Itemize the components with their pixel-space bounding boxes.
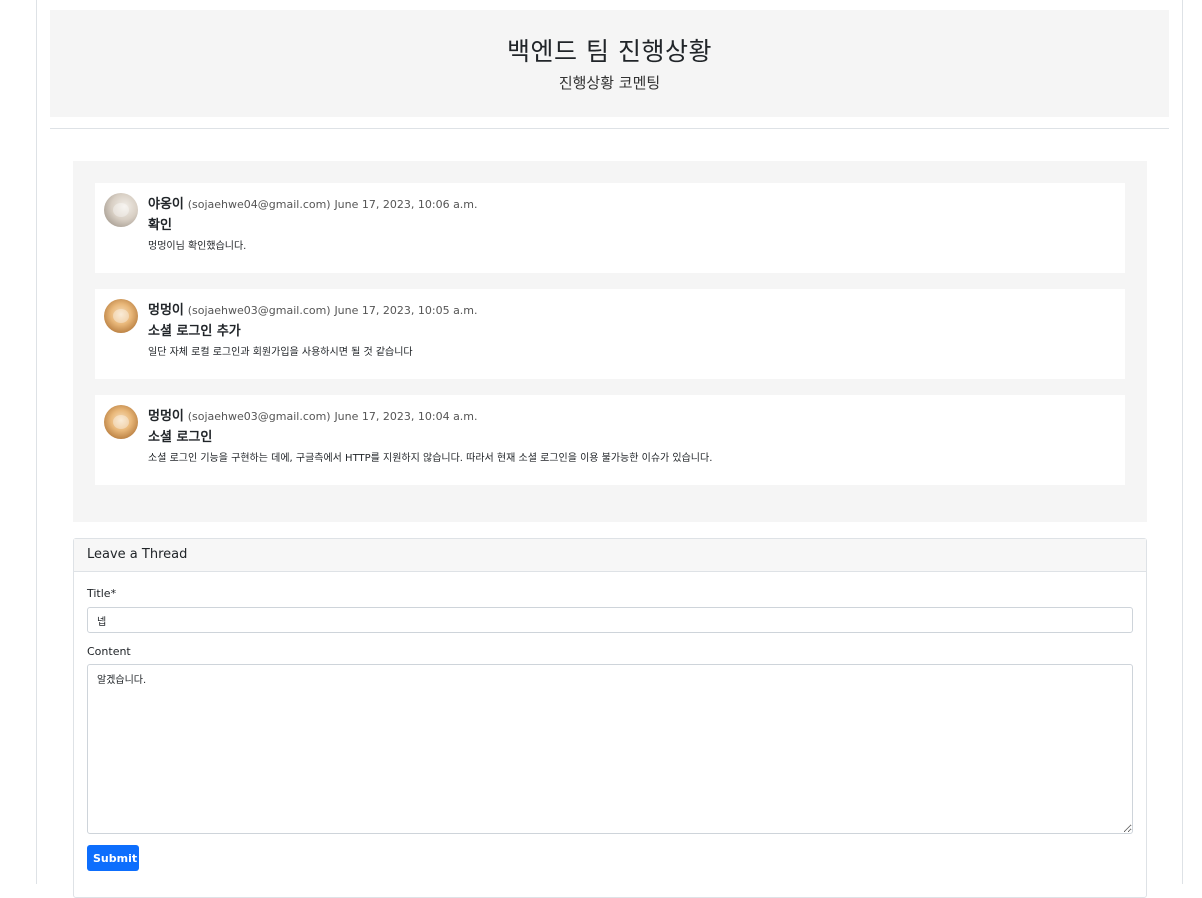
- thread-date: June 17, 2023, 10:04 a.m.: [334, 410, 478, 423]
- title-label: Title*: [87, 587, 117, 600]
- content-textarea[interactable]: 알겠습니다.: [87, 664, 1133, 834]
- page-subtitle: 진행상황 코멘팅: [558, 74, 661, 92]
- leave-thread-form: Leave a Thread Title* Content 알겠습니다. Sub…: [73, 538, 1147, 898]
- page-container: 백엔드 팀 진행상황 진행상황 코멘팅 야옹이 (sojaehwe04@gmai…: [36, 0, 1183, 898]
- form-heading: Leave a Thread: [74, 539, 1146, 572]
- thread-list: 야옹이 (sojaehwe04@gmail.com) June 17, 2023…: [73, 161, 1147, 522]
- header-divider: [50, 128, 1169, 129]
- project-header: 백엔드 팀 진행상황 진행상황 코멘팅: [50, 10, 1169, 117]
- thread-meta: 멍멍이 (sojaehwe03@gmail.com) June 17, 2023…: [148, 299, 478, 318]
- thread-email: (sojaehwe04@gmail.com): [187, 198, 331, 211]
- thread-date: June 17, 2023, 10:05 a.m.: [334, 304, 478, 317]
- thread-item: 야옹이 (sojaehwe04@gmail.com) June 17, 2023…: [95, 183, 1125, 273]
- thread-author: 멍멍이: [148, 409, 184, 424]
- submit-button[interactable]: Submit: [87, 845, 139, 871]
- thread-title: 소셜 로그인 추가: [148, 324, 241, 339]
- title-input[interactable]: [87, 607, 1133, 633]
- thread-title: 확인: [148, 218, 172, 233]
- thread-content: 소셜 로그인 기능을 구현하는 데에, 구글측에서 HTTP를 지원하지 않습니…: [148, 453, 713, 464]
- thread-content: 멍멍이님 확인했습니다.: [148, 241, 247, 252]
- page-title: 백엔드 팀 진행상황: [507, 37, 712, 66]
- thread-meta: 멍멍이 (sojaehwe03@gmail.com) June 17, 2023…: [148, 405, 478, 424]
- thread-email: (sojaehwe03@gmail.com): [187, 304, 331, 317]
- thread-title: 소셜 로그인: [148, 430, 213, 445]
- thread-author: 멍멍이: [148, 303, 184, 318]
- avatar: [104, 405, 138, 439]
- thread-item: 멍멍이 (sojaehwe03@gmail.com) June 17, 2023…: [95, 395, 1125, 485]
- thread-meta: 야옹이 (sojaehwe04@gmail.com) June 17, 2023…: [148, 193, 478, 212]
- avatar: [104, 193, 138, 227]
- content-label: Content: [87, 645, 131, 658]
- avatar: [104, 299, 138, 333]
- thread-content: 일단 자체 로컬 로그인과 회원가입을 사용하시면 될 것 같습니다: [148, 347, 413, 358]
- thread-author: 야옹이: [148, 197, 184, 212]
- thread-date: June 17, 2023, 10:06 a.m.: [334, 198, 478, 211]
- thread-email: (sojaehwe03@gmail.com): [187, 410, 331, 423]
- thread-item: 멍멍이 (sojaehwe03@gmail.com) June 17, 2023…: [95, 289, 1125, 379]
